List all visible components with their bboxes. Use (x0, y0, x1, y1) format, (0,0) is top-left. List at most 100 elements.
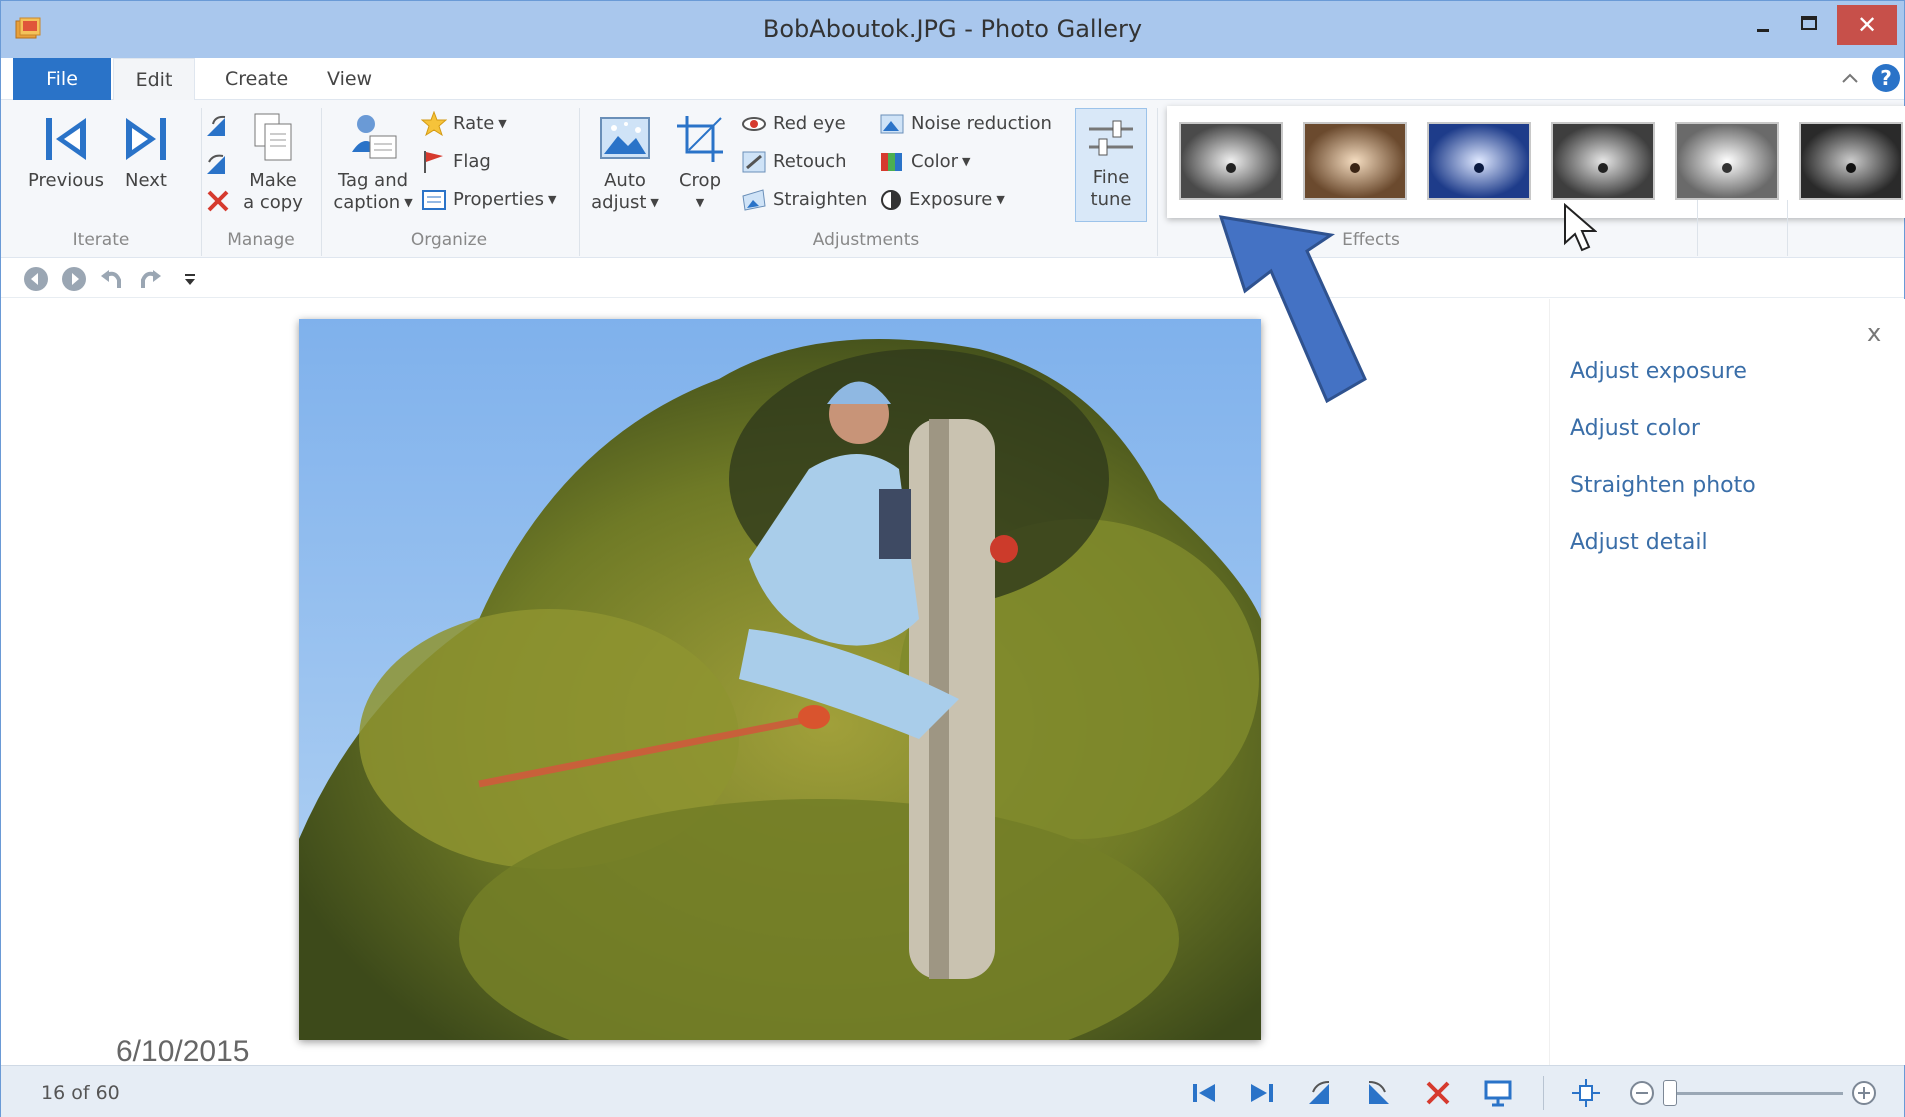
rate-label: Rate (453, 113, 495, 134)
organize-group-label: Organize (410, 230, 488, 250)
separator (1787, 200, 1788, 256)
rotate-left-icon[interactable] (203, 114, 233, 140)
make-copy-label-1: Make (249, 170, 297, 191)
maximize-button[interactable] (1787, 7, 1831, 43)
color-label: Color (911, 151, 958, 172)
close-button[interactable]: ✕ (1837, 5, 1897, 45)
tab-edit[interactable]: Edit (113, 58, 195, 100)
effect-thumbnail[interactable] (1179, 122, 1283, 200)
properties-button[interactable]: Properties ▼ (421, 186, 556, 214)
minimize-button[interactable] (1741, 7, 1785, 43)
tab-file[interactable]: File (13, 58, 111, 100)
zoom-slider-thumb[interactable] (1663, 1080, 1677, 1106)
iterate-group-label: Iterate (72, 230, 130, 250)
effect-thumbnail[interactable] (1799, 122, 1903, 200)
retouch-icon (742, 151, 766, 173)
adjust-color-link[interactable]: Adjust color (1570, 416, 1700, 441)
zoom-slider-track[interactable] (1673, 1092, 1843, 1095)
tag-label-1: Tag and (337, 170, 409, 191)
effect-thumbnail[interactable] (1303, 122, 1407, 200)
collapse-ribbon-icon[interactable] (1839, 68, 1861, 90)
make-a-copy-button[interactable]: Make a copy (237, 110, 309, 214)
zoom-in-icon[interactable] (1849, 1078, 1879, 1108)
mouse-pointer-icon (1564, 203, 1597, 252)
delete-icon[interactable] (205, 188, 231, 214)
fine-tune-sliders-icon (1089, 120, 1133, 156)
straighten-label: Straighten (773, 189, 868, 210)
exposure-button[interactable]: Exposure ▼ (879, 186, 1005, 214)
photo-date: 6/10/2015 (116, 1035, 250, 1068)
straighten-button[interactable]: Straighten (741, 186, 867, 214)
fine-tune-label-2: tune (1090, 189, 1132, 210)
color-icon (881, 153, 902, 171)
noise-reduction-label: Noise reduction (911, 113, 1052, 134)
photo-image[interactable] (299, 319, 1261, 1040)
actual-size-icon[interactable] (1571, 1078, 1601, 1108)
effect-preview-image (1677, 124, 1777, 198)
help-icon[interactable]: ? (1872, 64, 1900, 92)
rotate-right-icon[interactable] (203, 152, 233, 178)
color-button[interactable]: Color ▼ (879, 148, 970, 176)
effect-thumbnail[interactable] (1427, 122, 1531, 200)
separator (1157, 108, 1158, 256)
rotate-left-icon[interactable] (1305, 1078, 1335, 1108)
adjust-detail-link[interactable]: Adjust detail (1570, 530, 1708, 555)
auto-adjust-label-1: Auto (604, 170, 646, 191)
red-eye-label: Red eye (773, 113, 846, 134)
customize-toolbar-icon[interactable] (177, 266, 203, 292)
slideshow-icon[interactable] (1483, 1078, 1513, 1108)
redo-icon[interactable] (137, 266, 163, 292)
auto-adjust-label-2: adjust (591, 192, 647, 213)
undo-icon[interactable] (99, 266, 125, 292)
crop-label: Crop (678, 170, 721, 191)
rate-button[interactable]: Rate ▼ (421, 110, 507, 138)
tab-create[interactable]: Create (201, 58, 312, 100)
close-panel-icon[interactable]: x (1867, 319, 1881, 347)
crop-button[interactable]: Crop ▼ (669, 114, 731, 214)
first-photo-icon[interactable] (1189, 1078, 1219, 1108)
next-photo-icon[interactable] (1247, 1078, 1277, 1108)
minimize-icon (1757, 29, 1769, 32)
flag-button[interactable]: Flag (421, 148, 491, 176)
adjustments-group-label: Adjustments (812, 230, 920, 250)
callout-arrow (1218, 215, 1367, 404)
fine-tune-panel: x Adjust exposure Adjust color Straighte… (1549, 299, 1905, 1065)
noise-reduction-button[interactable]: Noise reduction (879, 110, 1052, 138)
effect-thumbnail[interactable] (1551, 122, 1655, 200)
effect-preview-image (1429, 124, 1529, 198)
tab-view[interactable]: View (303, 58, 396, 100)
effect-preview-image (1305, 124, 1405, 198)
tag-and-caption-button[interactable]: Tag and caption ▼ (327, 110, 419, 214)
tag-label-2: caption (333, 192, 401, 213)
auto-adjust-button[interactable]: Auto adjust ▼ (583, 114, 667, 214)
photo-view: 6/10/2015 (1, 299, 1549, 1068)
retouch-label: Retouch (773, 151, 847, 172)
flag-icon (424, 151, 443, 173)
make-copy-label-2: a copy (243, 192, 303, 213)
properties-icon (422, 190, 446, 210)
zoom-out-icon[interactable] (1627, 1078, 1657, 1108)
delete-icon[interactable] (1423, 1078, 1453, 1108)
previous-button[interactable]: Previous (23, 114, 109, 192)
effect-thumbnail[interactable] (1675, 122, 1779, 200)
effects-gallery (1167, 106, 1905, 218)
forward-icon[interactable] (61, 266, 87, 292)
next-button[interactable]: Next (113, 114, 179, 192)
maximize-icon (1801, 16, 1817, 30)
rotate-right-icon[interactable] (1363, 1078, 1393, 1108)
flag-label: Flag (453, 151, 491, 172)
red-eye-button[interactable]: Red eye (741, 110, 846, 138)
make-copy-icon (254, 113, 292, 161)
ribbon: Previous Next Iterate Make a copy Manage… (1, 100, 1905, 258)
manage-group-label: Manage (227, 230, 295, 250)
back-icon[interactable] (23, 266, 49, 292)
exposure-icon (881, 190, 901, 210)
adjust-exposure-link[interactable]: Adjust exposure (1570, 359, 1747, 384)
fine-tune-button[interactable]: Fine tune (1075, 108, 1147, 222)
properties-label: Properties (453, 189, 544, 210)
effect-preview-image (1801, 124, 1901, 198)
retouch-button[interactable]: Retouch (741, 148, 847, 176)
straighten-photo-link[interactable]: Straighten photo (1570, 473, 1756, 498)
effect-preview-image (1181, 124, 1281, 198)
quick-access-toolbar (1, 258, 1904, 298)
